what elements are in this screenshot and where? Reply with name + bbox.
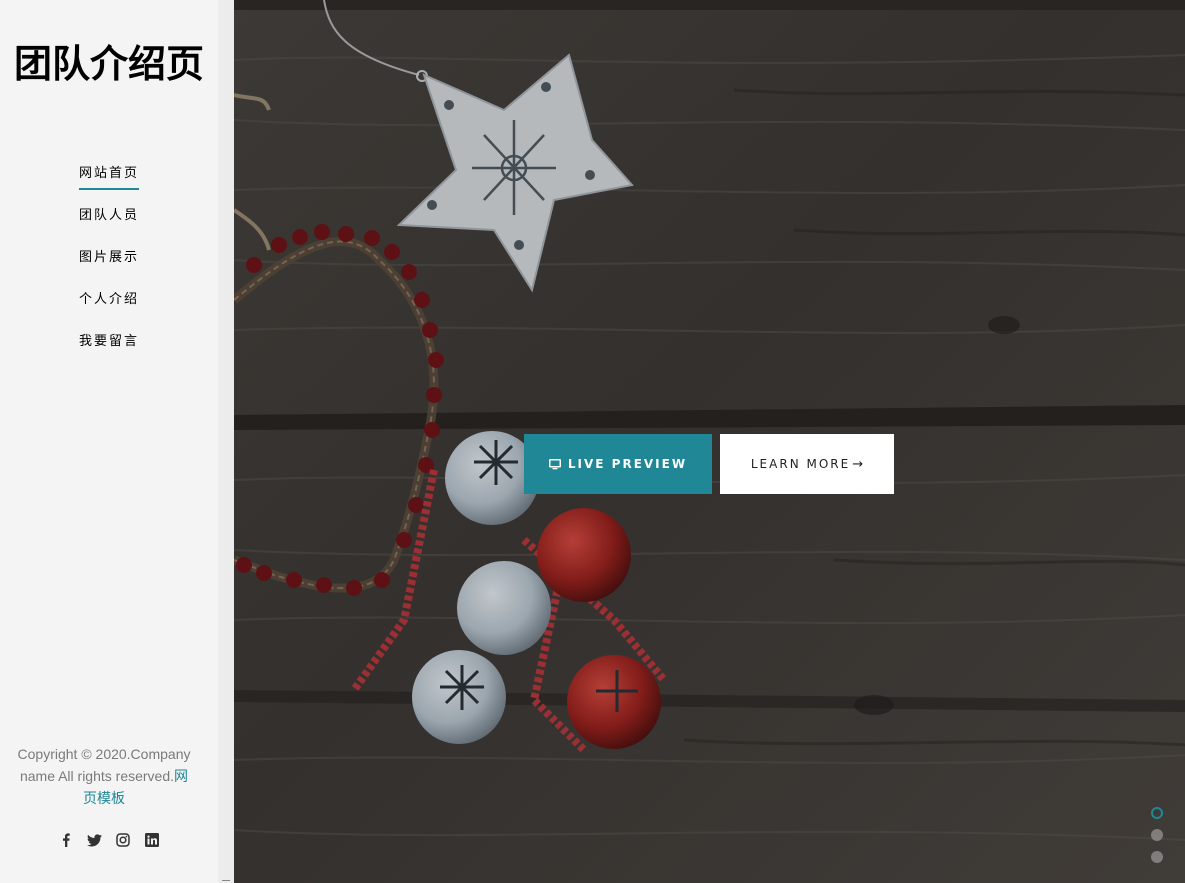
facebook-icon[interactable] xyxy=(54,828,78,852)
instagram-icon[interactable] xyxy=(111,828,135,852)
social-links xyxy=(54,828,164,852)
linkedin-icon[interactable] xyxy=(140,828,164,852)
sidebar: 团队介绍页 网站首页 团队人员 图片展示 个人介绍 我要留言 Copyright… xyxy=(0,0,218,883)
copyright-text: Copyright © 2020.Company name All rights… xyxy=(14,743,194,809)
slide-dot-1[interactable] xyxy=(1151,807,1163,819)
slide-dot-3[interactable] xyxy=(1151,851,1163,863)
site-logo[interactable]: 团队介绍页 xyxy=(0,36,218,92)
slide-pagination xyxy=(1150,805,1164,865)
twitter-icon[interactable] xyxy=(83,828,107,852)
nav-item-message[interactable]: 我要留言 xyxy=(79,329,139,356)
slide-dot-2[interactable] xyxy=(1151,829,1163,841)
scroll-marker xyxy=(222,880,230,881)
nav-item-profile[interactable]: 个人介绍 xyxy=(79,287,139,314)
nav-item-gallery[interactable]: 图片展示 xyxy=(79,245,139,272)
hero-section: LIVE PREVIEW LEARN MORE → xyxy=(234,0,1185,883)
nav-item-home[interactable]: 网站首页 xyxy=(78,161,139,190)
main-nav: 网站首页 团队人员 图片展示 个人介绍 我要留言 xyxy=(0,160,218,370)
live-preview-button[interactable]: LIVE PREVIEW xyxy=(524,434,712,494)
monitor-icon xyxy=(548,458,561,470)
learn-more-button[interactable]: LEARN MORE → xyxy=(720,434,894,494)
nav-item-team[interactable]: 团队人员 xyxy=(79,203,139,230)
learn-more-label: LEARN MORE xyxy=(750,457,851,471)
live-preview-label: LIVE PREVIEW xyxy=(567,457,688,471)
arrow-right-icon: → xyxy=(852,456,864,472)
sidebar-scroll-gutter xyxy=(218,0,234,883)
copyright-line: Copyright © 2020.Company name All rights… xyxy=(17,746,191,784)
